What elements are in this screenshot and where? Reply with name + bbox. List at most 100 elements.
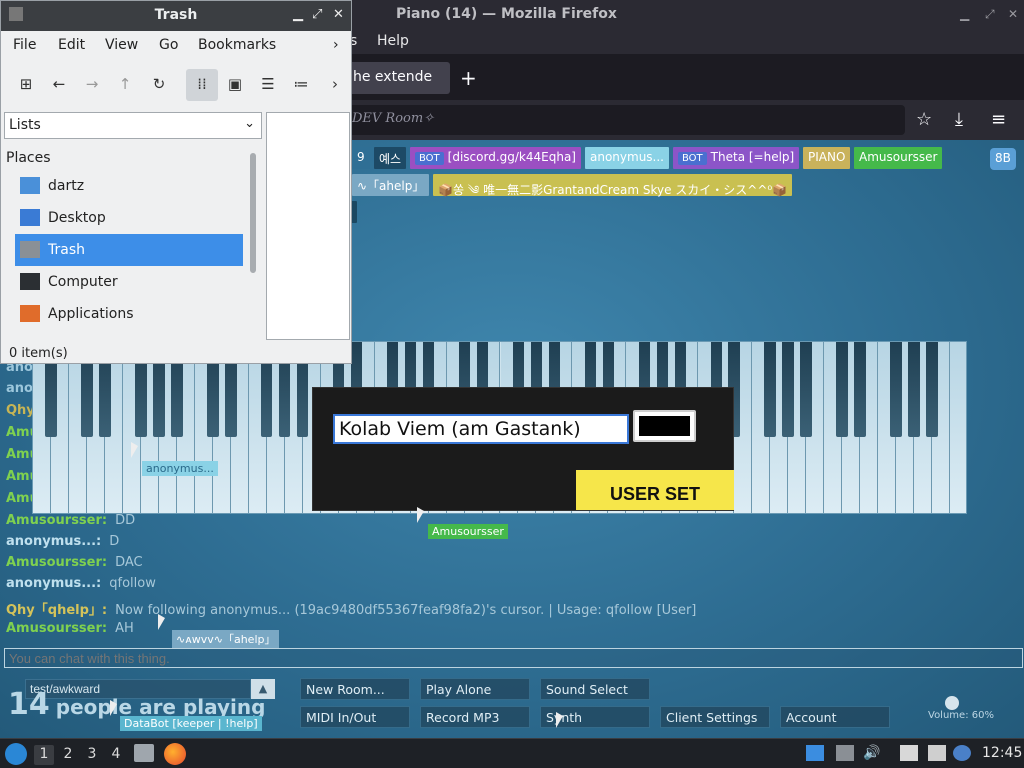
side-pane-selector[interactable]: Lists ⌄ <box>4 112 262 139</box>
places-scrollbar[interactable] <box>250 153 256 273</box>
user-label[interactable]: anonymus... <box>585 147 669 169</box>
workspace-1[interactable]: 1 <box>34 745 54 765</box>
chevron-right-icon[interactable]: › <box>333 37 339 53</box>
chat-author[interactable]: Qhy「qhelp」: <box>6 603 107 618</box>
start-menu-icon[interactable] <box>5 743 27 765</box>
place-trash[interactable]: Trash <box>15 234 243 266</box>
user-label[interactable]: 📦쏭 ༄ 唯一無二影GrantandCream Skye スカイ・シス^^⁰📦 <box>433 174 793 197</box>
forward-icon[interactable]: → <box>76 69 108 101</box>
black-key[interactable] <box>854 342 866 437</box>
volume-icon[interactable]: 🔊 <box>863 745 881 761</box>
user-label[interactable]: ∿「ahelp」 <box>352 174 430 196</box>
white-key[interactable] <box>950 342 966 513</box>
hamburger-menu-icon[interactable]: ≡ <box>991 109 1006 130</box>
cursor-icon <box>110 700 117 716</box>
plus-icon[interactable]: + <box>460 66 477 90</box>
place-label: Applications <box>48 306 134 322</box>
file-manager-menubar: File Edit View Go Bookmarks › <box>1 31 351 59</box>
chat-author[interactable]: Amusoursser: <box>6 621 107 636</box>
color-picker[interactable] <box>633 410 696 442</box>
thumbnail-view-icon[interactable]: ▣ <box>219 69 251 101</box>
workspace-2[interactable]: 2 <box>58 745 78 765</box>
chat-author[interactable]: Qhy <box>6 403 35 418</box>
minimize-icon[interactable]: ▁ <box>960 7 969 21</box>
place-computer[interactable]: Computer <box>15 266 243 298</box>
chat-message: Qhy <box>6 403 35 418</box>
chat-text: D <box>109 534 120 549</box>
midi-button[interactable]: MIDI In/Out <box>300 706 410 728</box>
up-icon[interactable]: ↑ <box>109 69 141 101</box>
new-tab-icon[interactable]: ⊞ <box>10 69 42 101</box>
menu-go[interactable]: Go <box>159 37 178 53</box>
username-input[interactable] <box>333 414 629 444</box>
icon-view-icon[interactable]: ⁞⁞ <box>186 69 218 101</box>
file-view-pane[interactable] <box>266 112 350 340</box>
user-label[interactable]: Amusoursser <box>854 147 943 169</box>
download-icon[interactable]: ⤓ <box>955 109 963 130</box>
black-key[interactable] <box>800 342 812 437</box>
user-label[interactable]: PIANO <box>803 147 851 169</box>
chevron-down-icon: ⌄ <box>244 116 255 131</box>
clock[interactable]: 12:45 <box>982 745 1022 761</box>
battery-icon[interactable] <box>836 745 854 761</box>
black-key[interactable] <box>764 342 776 437</box>
file-manager-launcher-icon[interactable] <box>134 744 154 762</box>
menu-help[interactable]: Help <box>377 33 409 49</box>
black-key[interactable] <box>836 342 848 437</box>
maximize-icon[interactable]: ⤢ <box>985 7 995 22</box>
user-label[interactable]: 예스 <box>374 147 407 169</box>
compact-view-icon[interactable]: ☰ <box>252 69 284 101</box>
bot-badge: BOT <box>415 152 444 165</box>
display-icon[interactable] <box>806 745 824 761</box>
record-mp3-button[interactable]: Record MP3 <box>420 706 530 728</box>
updates-icon[interactable] <box>953 745 971 761</box>
chat-author[interactable]: Amusoursser: <box>6 555 107 570</box>
black-key[interactable] <box>908 342 920 437</box>
clipboard-icon[interactable] <box>900 745 918 761</box>
minimize-icon[interactable]: ▁ <box>293 7 303 22</box>
chat-input[interactable] <box>4 648 1023 668</box>
black-key[interactable] <box>890 342 902 437</box>
account-button[interactable]: Account <box>780 706 890 728</box>
chat-author[interactable]: Amusoursser: <box>6 513 107 528</box>
maximize-icon[interactable]: ⤢ <box>312 7 322 22</box>
workspace-4[interactable]: 4 <box>106 745 126 765</box>
chat-author[interactable]: anonymus...: <box>6 576 101 591</box>
user-label[interactable]: 9 <box>352 147 370 169</box>
place-dartz[interactable]: dartz <box>15 170 243 202</box>
close-icon[interactable]: ✕ <box>1008 7 1018 21</box>
cursor-icon <box>417 507 424 523</box>
sound-select-button[interactable]: Sound Select <box>540 678 650 700</box>
chat-author[interactable]: anonymus...: <box>6 534 101 549</box>
black-key[interactable] <box>926 342 938 437</box>
detail-view-icon[interactable]: ≔ <box>285 69 317 101</box>
tab-active[interactable]: he extende <box>345 62 450 94</box>
reload-icon[interactable]: ↻ <box>143 69 175 101</box>
black-key[interactable] <box>782 342 794 437</box>
star-icon[interactable]: ☆ <box>916 109 932 130</box>
place-applications[interactable]: Applications <box>15 298 243 330</box>
client-settings-button[interactable]: Client Settings <box>660 706 770 728</box>
menu-edit[interactable]: Edit <box>58 37 85 53</box>
play-alone-button[interactable]: Play Alone <box>420 678 530 700</box>
user-label[interactable]: BOT Theta [=help] <box>673 147 800 169</box>
url-bar[interactable]: DEV Room✧ <box>340 105 905 135</box>
close-icon[interactable]: ✕ <box>333 7 344 22</box>
network-icon[interactable] <box>928 745 946 761</box>
workspace-3[interactable]: 3 <box>82 745 102 765</box>
user-count-badge[interactable]: 8B <box>990 148 1016 170</box>
place-desktop[interactable]: Desktop <box>15 202 243 234</box>
menu-file[interactable]: File <box>13 37 36 53</box>
chat-author[interactable]: ano <box>6 381 33 396</box>
user-label[interactable]: BOT [discord.gg/k44Eqha] <box>410 147 581 169</box>
back-icon[interactable]: ← <box>43 69 75 101</box>
volume-knob[interactable] <box>945 696 959 710</box>
menu-view[interactable]: View <box>105 37 138 53</box>
menu-bookmarks[interactable]: Bookmarks <box>198 37 276 53</box>
firefox-launcher-icon[interactable] <box>164 743 186 765</box>
new-room-button[interactable]: New Room... <box>300 678 410 700</box>
user-set-button[interactable]: USER SET <box>576 470 734 510</box>
cursor-icon <box>556 712 563 728</box>
file-manager-window: Trash ▁ ⤢ ✕ File Edit View Go Bookmarks … <box>0 0 352 364</box>
chevron-right-icon[interactable]: › <box>319 69 351 101</box>
